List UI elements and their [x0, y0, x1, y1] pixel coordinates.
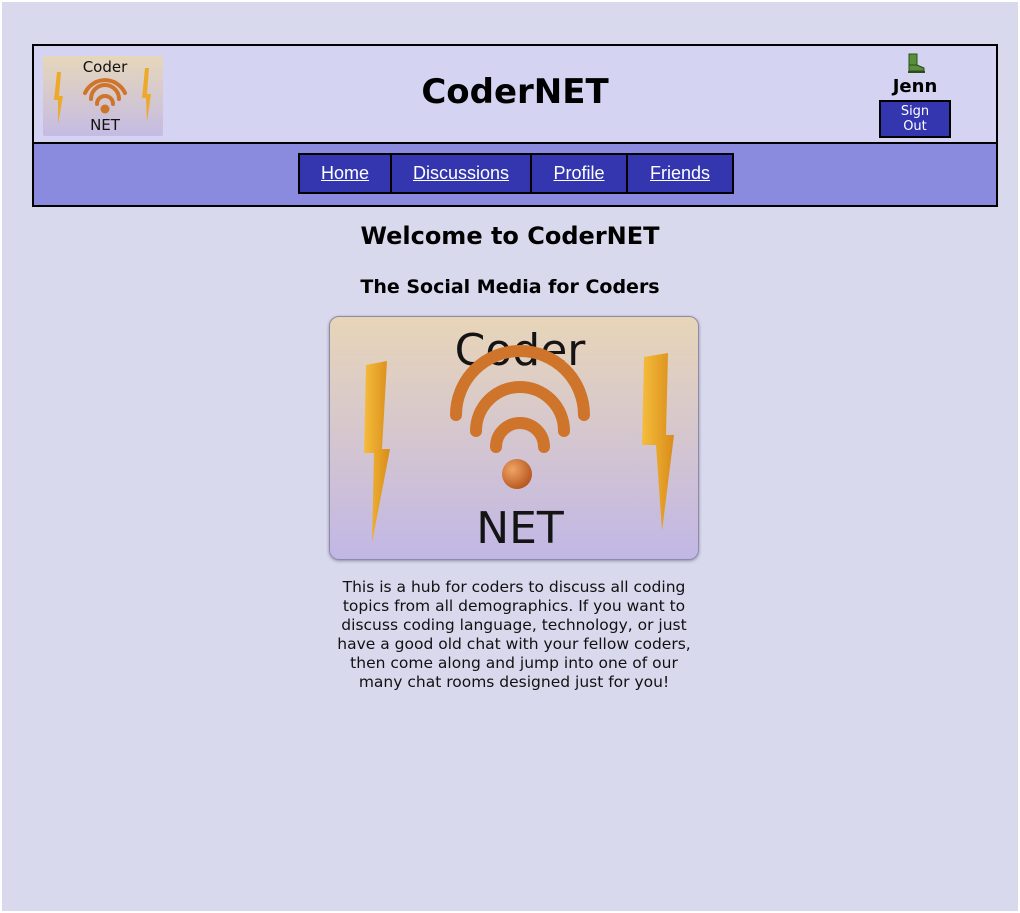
nav-friends-link[interactable]: Friends — [628, 155, 732, 192]
nav-profile-link[interactable]: Profile — [532, 155, 628, 192]
user-panel: Jenn Sign Out — [879, 52, 951, 138]
hero-logo-text-net: NET — [476, 503, 564, 554]
page: Coder NET CoderNET Jenn Sign Out Home Di… — [2, 2, 1018, 911]
nav-menu: Home Discussions Profile Friends — [298, 153, 734, 194]
lightning-bolt-icon — [364, 361, 390, 543]
lightning-bolt-icon — [642, 353, 674, 531]
logo-text-net: NET — [90, 116, 121, 134]
hero-logo-image: Coder NET — [329, 316, 699, 560]
boot-icon — [908, 53, 925, 73]
intro-paragraph: This is a hub for coders to discuss all … — [337, 578, 691, 691]
nav-discussions-link[interactable]: Discussions — [392, 155, 532, 192]
sign-out-button[interactable]: Sign Out — [879, 100, 951, 138]
site-header: Coder NET CoderNET Jenn Sign Out — [32, 44, 998, 142]
tagline-heading: The Social Media for Coders — [360, 276, 660, 298]
user-name: Jenn — [892, 76, 938, 97]
site-title: CoderNET — [421, 72, 609, 112]
hero-logo-graphic: Coder NET — [364, 325, 674, 554]
nav-home-link[interactable]: Home — [300, 155, 392, 192]
welcome-heading: Welcome to CoderNET — [360, 222, 660, 250]
nav-bar: Home Discussions Profile Friends — [32, 142, 998, 207]
